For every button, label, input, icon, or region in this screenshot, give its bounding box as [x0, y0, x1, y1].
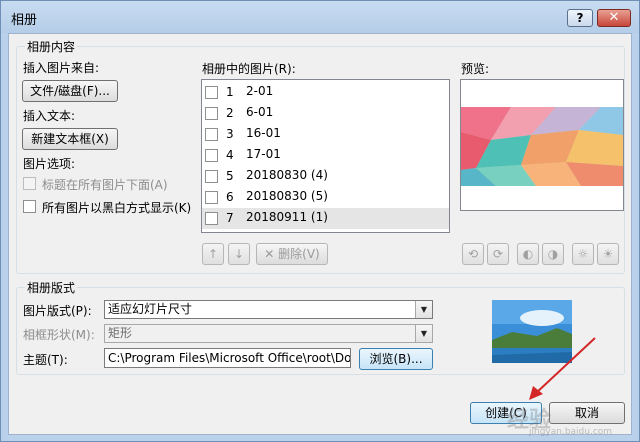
contrast-up-button[interactable]: ◐ — [517, 243, 539, 265]
album-layout-legend: 相册版式 — [25, 279, 78, 296]
help-button[interactable]: ? — [567, 9, 593, 27]
picture-number: 3 — [226, 127, 234, 141]
insert-text-label: 插入文本: — [23, 109, 76, 123]
rotate-right-button[interactable]: ⟳ — [487, 243, 509, 265]
pictures-in-album-label: 相册中的图片(R): — [202, 62, 296, 76]
picture-number: 1 — [226, 85, 234, 99]
dropdown-arrow-icon: ▼ — [415, 325, 432, 342]
frame-shape-label: 相框形状(M): — [23, 328, 95, 342]
picture-checkbox[interactable] — [205, 212, 218, 225]
picture-number: 4 — [226, 148, 234, 162]
move-up-button[interactable]: ↑ — [202, 243, 224, 265]
picture-checkbox[interactable] — [205, 191, 218, 204]
watermark-subtext: jingyan.baidu.com — [529, 427, 613, 437]
dialog-title: 相册 — [11, 13, 38, 28]
brightness-down-icon: ☀ — [602, 247, 614, 261]
cancel-button[interactable]: 取消 — [549, 402, 625, 424]
picture-number: 7 — [226, 211, 234, 225]
black-white-checkbox[interactable] — [23, 200, 36, 213]
picture-row[interactable]: 4 17-01 — [202, 145, 449, 166]
arrow-down-icon: ↓ — [233, 247, 245, 261]
delete-button-label: 删除(V) — [278, 247, 320, 261]
album-dialog: 相册 ? ✕ 相册内容 插入图片来自: 文件/磁盘(F)... 插入文本: 新建… — [0, 0, 640, 442]
dropdown-arrow-icon: ▼ — [415, 301, 432, 318]
picture-checkbox[interactable] — [205, 86, 218, 99]
delete-x-icon: ✕ — [264, 247, 275, 261]
picture-options-label: 图片选项: — [23, 157, 76, 171]
picture-row[interactable]: 1 2-01 — [202, 82, 449, 103]
delete-button[interactable]: ✕ 删除(V) — [256, 243, 328, 265]
picture-row-selected[interactable]: 7 20180911 (1) — [202, 208, 449, 229]
close-icon: ✕ — [608, 10, 620, 25]
title-bar[interactable]: 相册 ? ✕ — [1, 1, 639, 33]
picture-layout-value: 适应幻灯片尺寸 — [108, 302, 193, 316]
picture-row[interactable]: 6 20180830 (5) — [202, 187, 449, 208]
picture-checkbox[interactable] — [205, 128, 218, 141]
picture-number: 6 — [226, 190, 234, 204]
brightness-down-button[interactable]: ☀ — [597, 243, 619, 265]
picture-name: 20180830 (5) — [246, 189, 328, 203]
rotate-right-icon: ⟳ — [492, 247, 504, 261]
picture-row[interactable]: 5 20180830 (4) — [202, 166, 449, 187]
picture-number: 5 — [226, 169, 234, 183]
rotate-left-button[interactable]: ⟲ — [462, 243, 484, 265]
frame-shape-value: 矩形 — [108, 326, 133, 340]
preview-image — [461, 80, 623, 210]
picture-checkbox[interactable] — [205, 107, 218, 120]
insert-from-label: 插入图片来自: — [23, 61, 100, 75]
file-disk-button[interactable]: 文件/磁盘(F)... — [22, 80, 118, 102]
picture-number: 2 — [226, 106, 234, 120]
annotation-arrow — [529, 337, 596, 400]
picture-name: 2-01 — [246, 84, 274, 98]
picture-layout-label: 图片版式(P): — [23, 304, 92, 318]
contrast-down-icon: ◑ — [547, 247, 559, 261]
brightness-up-button[interactable]: ☼ — [572, 243, 594, 265]
help-icon: ? — [576, 11, 584, 25]
arrow-up-icon: ↑ — [207, 247, 219, 261]
picture-name: 20180830 (4) — [246, 168, 328, 182]
picture-name: 20180911 (1) — [246, 210, 328, 224]
move-down-button[interactable]: ↓ — [228, 243, 250, 265]
frame-shape-select[interactable]: 矩形 ▼ — [104, 324, 433, 343]
picture-row[interactable]: 3 16-01 — [202, 124, 449, 145]
picture-row[interactable]: 2 6-01 — [202, 103, 449, 124]
picture-name: 6-01 — [246, 105, 274, 119]
picture-name: 17-01 — [246, 147, 281, 161]
pictures-listbox[interactable]: 1 2-01 2 6-01 3 16-01 4 17-01 5 20180830… — [201, 79, 450, 233]
brightness-up-icon: ☼ — [577, 247, 589, 261]
picture-layout-select[interactable]: 适应幻灯片尺寸 ▼ — [104, 300, 433, 319]
caption-below-checkbox[interactable] — [23, 177, 36, 190]
picture-name: 16-01 — [246, 126, 281, 140]
black-white-label: 所有图片以黑白方式显示(K) — [42, 201, 192, 215]
picture-checkbox[interactable] — [205, 170, 218, 183]
contrast-up-icon: ◐ — [522, 247, 534, 261]
browse-button[interactable]: 浏览(B)... — [359, 348, 433, 370]
theme-label: 主题(T): — [23, 353, 68, 367]
contrast-down-button[interactable]: ◑ — [542, 243, 564, 265]
picture-checkbox[interactable] — [205, 149, 218, 162]
preview-label: 预览: — [461, 62, 490, 76]
theme-value: C:\Program Files\Microsoft Office\root\D… — [108, 351, 351, 365]
dialog-body: 相册内容 插入图片来自: 文件/磁盘(F)... 插入文本: 新建文本框(X) … — [8, 33, 632, 437]
close-button[interactable]: ✕ — [597, 9, 631, 27]
rotate-left-icon: ⟲ — [467, 247, 479, 261]
theme-input[interactable]: C:\Program Files\Microsoft Office\root\D… — [104, 348, 351, 368]
album-content-legend: 相册内容 — [25, 38, 78, 55]
preview-pane — [460, 79, 624, 211]
caption-below-label: 标题在所有图片下面(A) — [42, 178, 168, 192]
new-textbox-button[interactable]: 新建文本框(X) — [22, 128, 118, 150]
